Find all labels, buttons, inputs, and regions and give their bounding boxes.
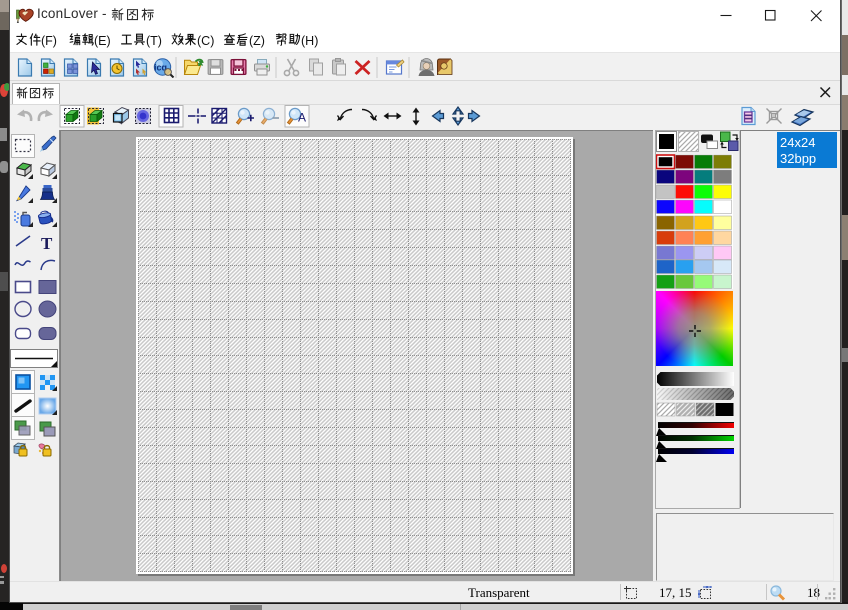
svg-text:A: A [298,111,306,125]
svg-text:T: T [41,234,53,253]
